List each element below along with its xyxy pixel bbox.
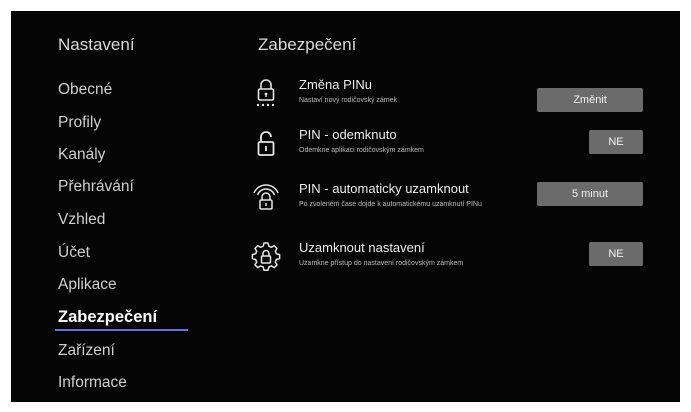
- sidebar-item-profily[interactable]: Profily: [58, 114, 101, 132]
- row-title: Změna PINu: [299, 77, 372, 92]
- pin-lock-icon: [251, 77, 281, 111]
- row-description: Uzamkne přístup do nastavení rodičovským…: [299, 260, 464, 267]
- sidebar-item-kanaly[interactable]: Kanály: [58, 146, 105, 164]
- row-description: Odemkne aplikaci rodičovským zámkem: [299, 147, 424, 154]
- row-description: Nastaví nový rodičovský zámek: [299, 97, 398, 104]
- sidebar-item-prehravani[interactable]: Přehrávání: [58, 178, 134, 196]
- change-pin-button[interactable]: Změnit: [537, 88, 643, 112]
- lock-settings-toggle-button[interactable]: NE: [589, 242, 643, 266]
- row-title: PIN - automaticky uzamknout: [299, 181, 469, 196]
- settings-sidebar: Nastavení Obecné Profily Kanály Přehrává…: [11, 11, 231, 402]
- sidebar-item-aplikace[interactable]: Aplikace: [58, 276, 117, 294]
- sidebar-item-zabezpeceni[interactable]: Zabezpečení: [58, 308, 157, 327]
- row-title: Uzamknout nastavení: [299, 240, 425, 255]
- settings-lock-icon: [251, 240, 281, 274]
- auto-lock-icon: [251, 181, 281, 215]
- row-title: PIN - odemknuto: [299, 127, 397, 142]
- active-item-underline: [55, 329, 188, 331]
- sidebar-item-obecne[interactable]: Obecné: [58, 81, 112, 99]
- tv-settings-screen: Nastavení Obecné Profily Kanály Přehrává…: [11, 11, 680, 402]
- sidebar-title: Nastavení: [58, 35, 135, 54]
- pin-unlocked-toggle-button[interactable]: NE: [589, 130, 643, 154]
- sidebar-item-vzhled[interactable]: Vzhled: [58, 211, 105, 229]
- row-description: Po zvoleném čase dojde k automatickému u…: [299, 201, 482, 208]
- sidebar-item-informace[interactable]: Informace: [58, 374, 127, 392]
- sidebar-item-zarizeni[interactable]: Zařízení: [58, 342, 115, 360]
- auto-lock-time-button[interactable]: 5 minut: [537, 182, 643, 206]
- sidebar-item-ucet[interactable]: Účet: [58, 244, 90, 262]
- unlock-icon: [251, 127, 281, 161]
- page-title: Zabezpečení: [258, 35, 357, 54]
